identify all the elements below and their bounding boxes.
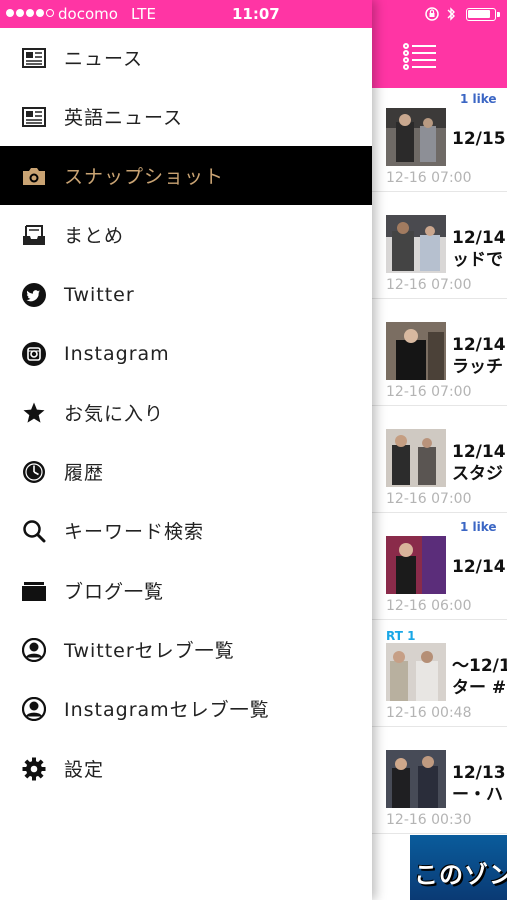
article-time: 12-16 06:00 — [386, 598, 472, 614]
folder-icon — [21, 578, 47, 604]
gear-icon — [21, 756, 47, 782]
rotation-lock-icon — [424, 6, 440, 22]
menu-item-history[interactable]: 履歴 — [0, 442, 372, 501]
article-thumbnail — [386, 429, 446, 487]
star-icon — [21, 400, 47, 426]
menu-item-blog-list[interactable]: ブログ一覧 — [0, 561, 372, 620]
status-time: 11:07 — [232, 5, 280, 23]
article-title: 12/14 — [452, 557, 506, 577]
network-type: LTE — [131, 5, 156, 23]
article-row[interactable]: 12/14 スタジ 12-16 07:00 — [372, 409, 507, 513]
article-time: 12-16 07:00 — [386, 170, 472, 186]
menu-item-label: Twitter — [64, 283, 135, 306]
menu-item-label: Instagramセレブ一覧 — [64, 699, 270, 721]
article-row[interactable]: 12/14 ッドで 12-16 07:00 — [372, 195, 507, 299]
article-title: 12/15 — [452, 129, 506, 149]
menu-item-label: ブログ一覧 — [64, 581, 165, 603]
article-title: 12/14 スタジ — [452, 442, 506, 484]
article-list-panel: 1 like 12/15 12-16 07:00 12/14 ッドで 12-16… — [372, 0, 507, 900]
twitter-bird-icon — [21, 282, 47, 308]
menu-item-label: 設定 — [64, 759, 105, 781]
user-icon — [21, 696, 47, 722]
menu-item-settings[interactable]: 設定 — [0, 739, 372, 798]
newspaper-icon — [21, 45, 47, 71]
article-row[interactable]: 1 like 12/15 12-16 07:00 — [372, 88, 507, 192]
menu-item-keyword-search[interactable]: キーワード検索 — [0, 501, 372, 560]
article-thumbnail — [386, 750, 446, 808]
retweet-count: RT 1 — [386, 629, 416, 643]
newspaper-icon — [21, 104, 47, 130]
article-time: 12-16 07:00 — [386, 384, 472, 400]
menu-item-english-news[interactable]: 英語ニュース — [0, 87, 372, 146]
navigation-drawer: docomo LTE 11:07 ニュース 英語ニュース スナップショット まと… — [0, 0, 372, 900]
article-time: 12-16 07:00 — [386, 491, 472, 507]
list-menu-icon[interactable] — [402, 42, 442, 72]
like-count: 1 like — [460, 92, 497, 106]
menu-item-favorites[interactable]: お気に入り — [0, 383, 372, 442]
article-thumbnail — [386, 643, 446, 701]
article-time: 12-16 00:48 — [386, 705, 472, 721]
article-title: 〜12/1 ター # — [452, 656, 507, 698]
menu-item-label: まとめ — [64, 225, 125, 247]
article-title: 12/13 ー・ハ — [452, 763, 506, 805]
menu-item-instagram-celeb-list[interactable]: Instagramセレブ一覧 — [0, 679, 372, 738]
menu-item-matome[interactable]: まとめ — [0, 205, 372, 264]
article-row[interactable]: 12/13 ー・ハ 12-16 00:30 — [372, 730, 507, 834]
bluetooth-icon — [446, 6, 456, 22]
menu-item-twitter-celeb-list[interactable]: Twitterセレブ一覧 — [0, 620, 372, 679]
menu-item-label: スナップショット — [64, 166, 225, 188]
article-row[interactable]: RT 1 〜12/1 ター # 12-16 00:48 — [372, 623, 507, 727]
article-thumbnail — [386, 536, 446, 594]
content-header — [372, 0, 507, 88]
article-title: 12/14 ッドで — [452, 228, 506, 270]
menu-item-snapshot[interactable]: スナップショット — [0, 146, 372, 205]
article-thumbnail — [386, 215, 446, 273]
article-time: 12-16 07:00 — [386, 277, 472, 293]
clock-icon — [21, 459, 47, 485]
menu-item-label: 英語ニュース — [64, 107, 184, 129]
article-title: 12/14 ラッチ — [452, 335, 506, 377]
menu-item-label: 履歴 — [64, 462, 105, 484]
carrier-name: docomo — [58, 5, 118, 23]
search-icon — [21, 518, 47, 544]
instagram-camera-icon — [21, 341, 47, 367]
user-icon — [21, 637, 47, 663]
signal-strength-icon — [6, 9, 54, 17]
article-thumbnail — [386, 108, 446, 166]
ad-text: このゾン — [414, 861, 507, 889]
article-row[interactable]: 12/14 ラッチ 12-16 07:00 — [372, 302, 507, 406]
battery-icon — [466, 8, 500, 21]
menu-item-twitter[interactable]: Twitter — [0, 265, 372, 324]
inbox-tray-icon — [21, 222, 47, 248]
menu-item-label: Twitterセレブ一覧 — [64, 640, 235, 662]
menu-item-label: キーワード検索 — [64, 521, 205, 543]
menu-item-label: Instagram — [64, 342, 170, 365]
menu-item-news[interactable]: ニュース — [0, 28, 372, 87]
menu-item-instagram[interactable]: Instagram — [0, 324, 372, 383]
article-row[interactable]: 1 like 12/14 12-16 06:00 — [372, 516, 507, 620]
menu-item-label: お気に入り — [64, 403, 165, 425]
menu-item-label: ニュース — [64, 48, 144, 70]
article-time: 12-16 00:30 — [386, 812, 472, 828]
ad-banner[interactable]: このゾン — [410, 835, 507, 900]
camera-icon — [21, 163, 47, 189]
article-thumbnail — [386, 322, 446, 380]
status-bar: docomo LTE 11:07 — [0, 0, 372, 28]
like-count: 1 like — [460, 520, 497, 534]
